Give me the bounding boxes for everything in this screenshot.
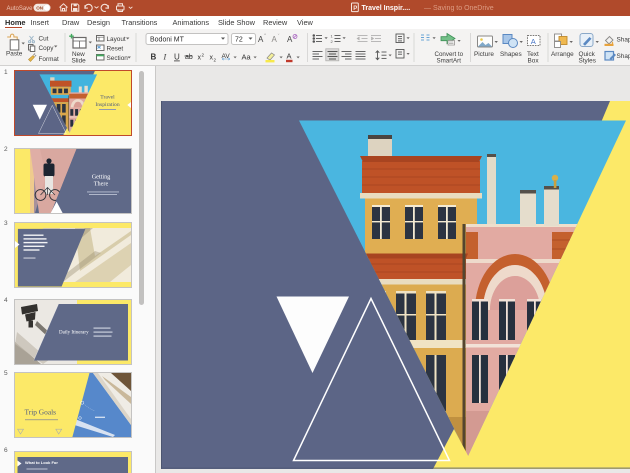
svg-text:A: A (531, 37, 536, 46)
svg-text:ˆ: ˆ (264, 34, 266, 40)
svg-text:A: A (258, 35, 264, 44)
svg-text:U: U (174, 53, 180, 62)
svg-text:P: P (353, 6, 357, 12)
svg-text:Trip Goals: Trip Goals (25, 408, 57, 417)
svg-text:Shape: Shape (617, 53, 630, 60)
svg-text:A: A (272, 35, 278, 44)
svg-text:Aa: Aa (242, 53, 252, 62)
svg-text:A: A (287, 52, 292, 61)
svg-text:Styles: Styles (579, 58, 596, 65)
svg-text:ˇ: ˇ (278, 34, 280, 40)
svg-text:ab: ab (185, 54, 193, 61)
svg-text:Bodoni MT: Bodoni MT (150, 37, 185, 44)
svg-text:Shape: Shape (617, 37, 630, 44)
svg-text:Travel: Travel (100, 95, 115, 101)
svg-text:Box: Box (528, 58, 540, 65)
svg-text:Arrange: Arrange (551, 51, 574, 58)
svg-text:A: A (287, 35, 293, 44)
svg-text:1: 1 (331, 34, 334, 39)
svg-text:Inspiration: Inspiration (95, 102, 119, 108)
svg-text:Slide: Slide (72, 58, 87, 65)
svg-text:2: 2 (202, 53, 205, 58)
svg-text:ON: ON (36, 5, 44, 10)
svg-text:Format: Format (39, 56, 59, 63)
svg-text:B: B (151, 53, 157, 62)
svg-text:72: 72 (235, 37, 243, 44)
svg-text:Copy: Copy (39, 45, 55, 52)
svg-text:Reset: Reset (107, 45, 124, 52)
svg-text:Picture: Picture (474, 51, 494, 58)
svg-text:Getting: Getting (92, 174, 111, 181)
svg-text:Daily Itinerary: Daily Itinerary (59, 331, 89, 336)
svg-text:Paste: Paste (6, 51, 23, 58)
svg-text:AutoSave: AutoSave (7, 6, 34, 12)
svg-text:I: I (163, 53, 167, 62)
svg-text:SmartArt: SmartArt (437, 58, 462, 65)
svg-text:Cut: Cut (39, 36, 49, 43)
svg-text:Section: Section (107, 55, 129, 62)
svg-text:Shapes: Shapes (500, 51, 522, 58)
svg-text:2: 2 (331, 39, 334, 44)
svg-text:2: 2 (214, 58, 217, 63)
svg-text:There: There (94, 181, 109, 188)
svg-text:— Saving to OneDrive: — Saving to OneDrive (424, 5, 494, 12)
svg-text:What to Look For: What to Look For (25, 460, 58, 465)
svg-text:Travel Inspir....: Travel Inspir.... (362, 5, 411, 12)
svg-text:Layout: Layout (107, 36, 126, 43)
